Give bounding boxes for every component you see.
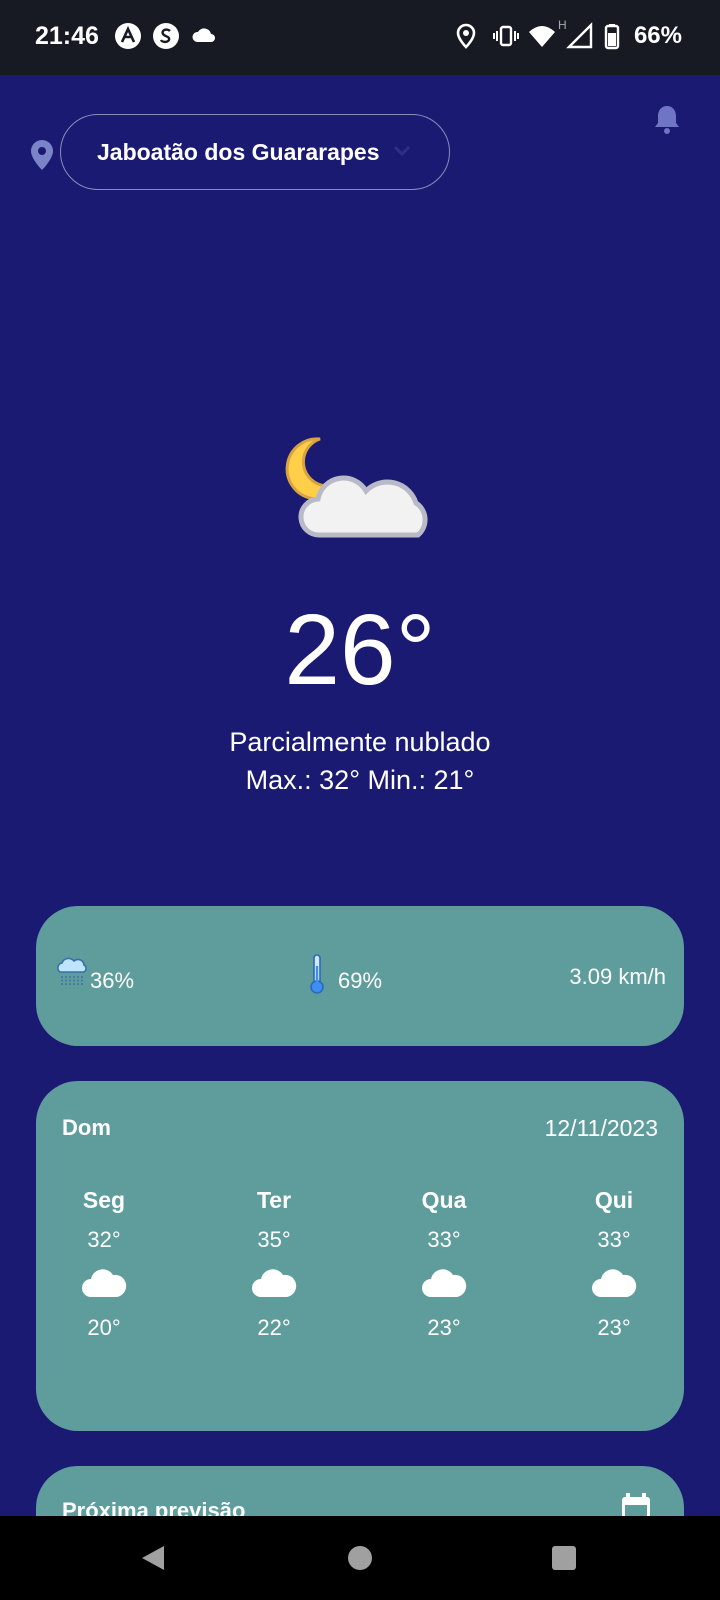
partly-cloudy-night-icon: [285, 437, 428, 538]
current-temperature: 26°: [284, 594, 436, 706]
battery-percent: 66%: [633, 22, 682, 49]
cloud-icon: [252, 1269, 297, 1297]
back-icon[interactable]: [140, 1544, 166, 1572]
cloud-icon: [192, 28, 215, 42]
rain-cloud-icon: [57, 957, 87, 986]
location-pin-icon: [31, 140, 53, 170]
forecast-min: 22°: [257, 1315, 291, 1340]
forecast-card: Dom 12/11/2023 Seg 32° 20° Ter 35° 22° Q…: [36, 1081, 684, 1431]
forecast-min: 23°: [427, 1315, 461, 1340]
current-minmax: Max.: 32° Min.: 21°: [245, 765, 475, 795]
forecast-min: 20°: [87, 1315, 121, 1340]
forecast-today-label: Dom: [62, 1115, 111, 1140]
humidity-value: 69%: [338, 968, 383, 993]
forecast-day: Seg 32° 20°: [54, 1187, 154, 1341]
forecast-day-label: Qui: [594, 1187, 634, 1213]
forecast-day-label: Qua: [421, 1187, 467, 1213]
wind-value: 3.09 km/h: [569, 964, 666, 989]
thermometer-icon: [310, 954, 324, 994]
forecast-max: 35°: [257, 1227, 291, 1252]
metrics-card: 36% 69% 3.09 km/h: [36, 906, 684, 1046]
cloud-icon: [422, 1269, 467, 1297]
cloud-icon: [82, 1269, 127, 1297]
location-icon: [456, 23, 476, 49]
signal-icon: [566, 22, 593, 49]
forecast-min: 23°: [597, 1315, 631, 1340]
chevron-down-icon: [393, 145, 411, 157]
forecast-day: Ter 35° 22°: [224, 1187, 324, 1341]
forecast-max: 33°: [597, 1227, 631, 1252]
bell-icon[interactable]: [652, 103, 682, 135]
current-condition: Parcialmente nublado: [229, 727, 491, 757]
forecast-day-label: Ter: [256, 1187, 292, 1213]
app-s-icon: [153, 23, 179, 49]
forecast-day: Qua 33° 23°: [394, 1187, 494, 1341]
recents-icon[interactable]: [552, 1546, 576, 1570]
forecast-max: 33°: [427, 1227, 461, 1252]
wifi-icon: [529, 26, 555, 47]
forecast-max: 32°: [87, 1227, 121, 1252]
cloud-icon: [592, 1269, 637, 1297]
city-name: Jaboatão dos Guararapes: [97, 139, 380, 165]
vibrate-icon: [493, 25, 519, 47]
rain-value: 36%: [90, 968, 135, 993]
battery-icon: [604, 24, 620, 50]
app-a-icon: [115, 23, 141, 49]
forecast-date: 12/11/2023: [544, 1115, 658, 1141]
navigation-bar: [0, 1516, 720, 1600]
city-selector[interactable]: Jaboatão dos Guararapes: [60, 114, 450, 190]
home-icon[interactable]: [348, 1546, 372, 1570]
forecast-day-label: Seg: [82, 1187, 126, 1213]
status-bar: 21:46 H 66%: [0, 0, 720, 75]
forecast-day: Qui 33° 23°: [564, 1187, 664, 1341]
status-time: 21:46: [35, 22, 99, 50]
